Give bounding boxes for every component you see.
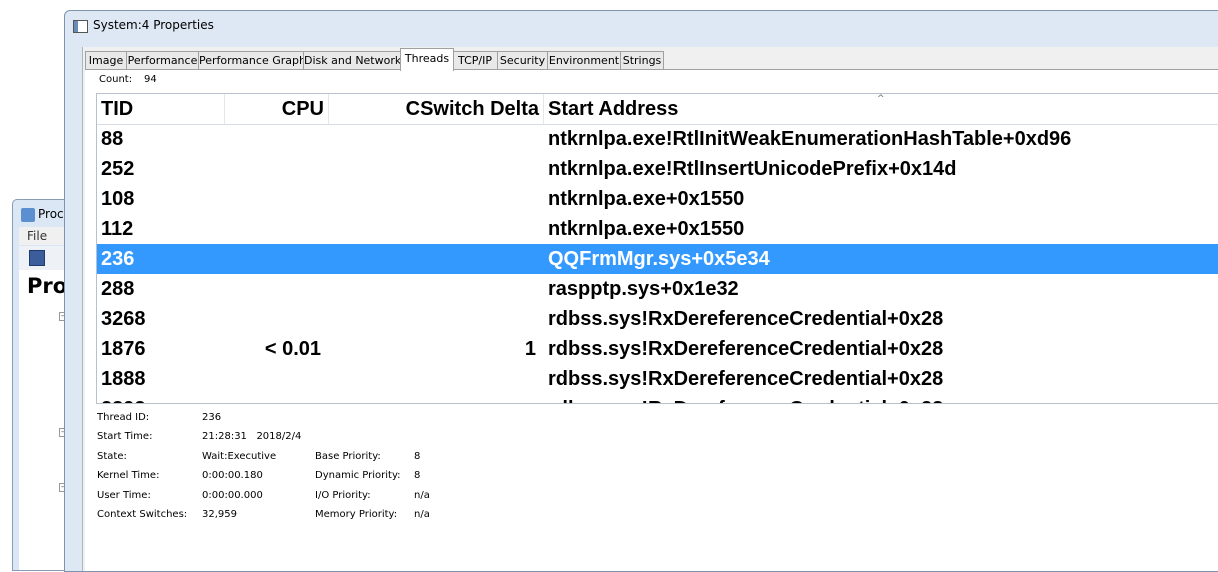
window-icon [73, 20, 88, 33]
table-row[interactable]: 288 raspptp.sys+0x1e32 [97, 274, 1218, 304]
cell-tid: 88 [101, 128, 124, 150]
window-client: Image Performance Performance Graph Disk… [82, 47, 1218, 571]
cell-cpu [229, 124, 321, 154]
cell-tid: 2392 [101, 394, 146, 403]
cell-start-address: rdbss.sys!RxDereferenceCredential+0x28 [548, 394, 943, 403]
tab-security[interactable]: Security [497, 51, 548, 70]
cell-tid: 236 [101, 248, 135, 270]
state-value: Wait:Executive [202, 451, 277, 462]
tab-image[interactable]: Image [85, 51, 127, 70]
tab-performance-graph[interactable]: Performance Graph [198, 51, 306, 70]
cell-cswitch [333, 394, 536, 403]
table-row[interactable]: 88 ntkrnlpa.exe!RtlInitWeakEnumerationHa… [97, 124, 1218, 154]
cell-start-address: QQFrmMgr.sys+0x5e34 [548, 248, 770, 270]
sort-ascending-icon: ^ [877, 94, 885, 104]
background-window-title: Proc [21, 207, 64, 222]
tab-performance[interactable]: Performance [126, 51, 199, 70]
cell-cpu [229, 154, 321, 184]
cell-tid: 1876 [101, 338, 146, 360]
list-header: TID CPU CSwitch Delta Start Address ^ [97, 94, 1218, 125]
cell-cswitch [333, 244, 536, 274]
cell-cpu: < 0.01 [264, 338, 321, 360]
table-row[interactable]: 3268 rdbss.sys!RxDereferenceCredential+0… [97, 304, 1218, 334]
base-priority-label: Base Priority: [315, 451, 381, 462]
base-priority-value: 8 [414, 451, 421, 462]
cell-start-address: ntkrnlpa.exe!RtlInsertUnicodePrefix+0x14… [548, 158, 957, 180]
thread-id-value: 236 [202, 412, 222, 423]
tab-disk-and-network[interactable]: Disk and Network [303, 51, 401, 70]
tab-threads[interactable]: Threads [400, 48, 454, 71]
cell-cswitch [333, 304, 536, 334]
cell-start-address: ntkrnlpa.exe+0x1550 [548, 188, 745, 210]
properties-window: System:4 Properties Image Performance Pe… [64, 10, 1218, 572]
cell-cpu [229, 244, 321, 274]
cell-cswitch: 1 [524, 338, 536, 360]
table-row-selected[interactable]: 236 QQFrmMgr.sys+0x5e34 [97, 244, 1218, 274]
count-value: 94 [144, 74, 157, 85]
cell-start-address: rdbss.sys!RxDereferenceCredential+0x28 [548, 308, 944, 330]
window-title: System:4 Properties [93, 18, 214, 32]
cell-cpu [229, 394, 321, 403]
start-time-label: Start Time: [97, 431, 153, 442]
save-icon[interactable] [29, 250, 45, 266]
column-header-tid[interactable]: TID [97, 94, 225, 124]
table-row[interactable]: 108 ntkrnlpa.exe+0x1550 [97, 184, 1218, 214]
menu-file[interactable]: File [27, 229, 47, 243]
table-row[interactable]: 252 ntkrnlpa.exe!RtlInsertUnicodePrefix+… [97, 154, 1218, 184]
user-time-label: User Time: [97, 490, 151, 501]
dynamic-priority-value: 8 [414, 470, 421, 481]
tab-environment[interactable]: Environment [547, 51, 621, 70]
cell-tid: 3268 [101, 308, 146, 330]
table-row[interactable]: 112 ntkrnlpa.exe+0x1550 [97, 214, 1218, 244]
tab-strings[interactable]: Strings [620, 51, 664, 70]
count-label: Count: [99, 74, 133, 85]
start-time-value: 21:28:31 2018/2/4 [202, 431, 302, 442]
column-header-cpu[interactable]: CPU [225, 94, 329, 124]
cell-cswitch [333, 214, 536, 244]
io-priority-value: n/a [414, 490, 430, 501]
title-bar[interactable]: System:4 Properties [65, 11, 1218, 41]
process-explorer-icon [21, 207, 35, 222]
cell-tid: 1888 [101, 368, 146, 390]
thread-id-label: Thread ID: [97, 412, 150, 423]
table-row[interactable]: 1888 rdbss.sys!RxDereferenceCredential+0… [97, 364, 1218, 394]
cell-start-address: raspptp.sys+0x1e32 [548, 278, 739, 300]
cell-cswitch [333, 124, 536, 154]
cell-cswitch [333, 364, 536, 394]
kernel-time-value: 0:00:00.180 [202, 470, 263, 481]
io-priority-label: I/O Priority: [315, 490, 371, 501]
kernel-time-label: Kernel Time: [97, 470, 160, 481]
memory-priority-value: n/a [414, 509, 430, 520]
cell-cpu [229, 214, 321, 244]
dynamic-priority-label: Dynamic Priority: [315, 470, 401, 481]
cell-tid: 112 [101, 218, 134, 240]
threads-panel: Count: 94 TID CPU CSwitch Delta Start Ad… [85, 69, 1218, 571]
table-row[interactable]: 1876 < 0.01 1 rdbss.sys!RxDereferenceCre… [97, 334, 1218, 364]
cell-cswitch [333, 184, 536, 214]
cell-start-address: rdbss.sys!RxDereferenceCredential+0x28 [548, 368, 944, 390]
threads-list[interactable]: TID CPU CSwitch Delta Start Address ^ 88… [96, 93, 1218, 404]
user-time-value: 0:00:00.000 [202, 490, 263, 501]
context-switches-value: 32,959 [202, 509, 237, 520]
cell-cpu [229, 364, 321, 394]
cell-tid: 252 [101, 158, 135, 180]
cell-cswitch [333, 154, 536, 184]
cell-start-address: ntkrnlpa.exe!RtlInitWeakEnumerationHashT… [548, 128, 1072, 150]
column-header-cswitch-delta[interactable]: CSwitch Delta [329, 94, 544, 124]
cell-tid: 288 [101, 278, 135, 300]
cell-cpu [229, 184, 321, 214]
context-switches-label: Context Switches: [97, 509, 188, 520]
cell-cswitch [333, 274, 536, 304]
cell-start-address: rdbss.sys!RxDereferenceCredential+0x28 [548, 338, 944, 360]
table-row[interactable]: 2392 rdbss.sys!RxDereferenceCredential+0… [97, 394, 1218, 403]
cell-tid: 108 [101, 188, 135, 210]
state-label: State: [97, 451, 127, 462]
cell-cpu [229, 304, 321, 334]
memory-priority-label: Memory Priority: [315, 509, 398, 520]
cell-cpu [229, 274, 321, 304]
tab-tcpip[interactable]: TCP/IP [452, 51, 498, 70]
cell-start-address: ntkrnlpa.exe+0x1550 [548, 218, 745, 240]
